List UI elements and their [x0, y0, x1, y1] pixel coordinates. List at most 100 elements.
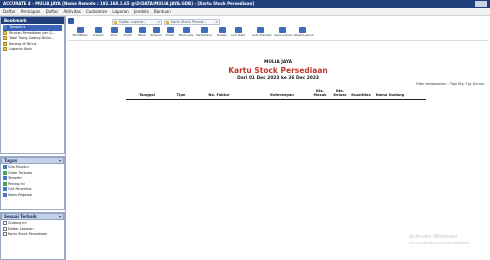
- column-header-warehouse[interactable]: Nama Gudang: [374, 93, 406, 97]
- task-item-label: Giro Mundur: [8, 165, 29, 169]
- report-company: MULIA JAYA: [263, 60, 293, 65]
- task-icon: [3, 170, 7, 175]
- bookmark-item-label: Total Tiang Gading Divisi...: [9, 36, 55, 40]
- folder-icon: [3, 36, 7, 40]
- task-item-label: Cek Penerima: [8, 187, 32, 191]
- task-item[interactable]: Salas Pegawai: [3, 192, 62, 199]
- window-title: ACCURATE 4 - MULIA JAYA [Nama Remote : 1…: [3, 1, 255, 6]
- document-icon: [3, 232, 7, 236]
- report-icon: [166, 20, 169, 24]
- menu-item[interactable]: Laporan: [112, 9, 128, 14]
- window-title-bar: ACCURATE 4 - MULIA JAYA [Nama Remote : 1…: [0, 0, 490, 8]
- header-underline: [126, 99, 426, 100]
- report-list-icon: [114, 20, 117, 24]
- column-header-date[interactable]: Tanggal: [132, 93, 162, 97]
- task-icon: [3, 187, 7, 191]
- task-panel-title: Tugas: [4, 158, 18, 163]
- toolbar-label: Analisa: [92, 33, 104, 37]
- activate-windows-watermark: Activate Windows Go to Settings to activ…: [409, 234, 470, 246]
- menu-item[interactable]: Persiapan: [21, 9, 41, 14]
- task-item-label: Tersortir: [8, 176, 22, 180]
- refresh-button[interactable]: Perbaharui: [196, 27, 212, 40]
- add-icon: [3, 25, 7, 29]
- menu-item[interactable]: Daftar: [46, 9, 59, 14]
- bookmark-item-label: Rincian Persediaan per G...: [9, 30, 55, 35]
- task-icon: [3, 165, 7, 169]
- recent-item[interactable]: Kartu Stock Persediaan: [3, 232, 62, 238]
- task-icon: [3, 176, 7, 180]
- collapse-icon[interactable]: ▾: [59, 158, 61, 163]
- close-icon[interactable]: ×: [157, 20, 160, 24]
- toolbar-label: Auto Transfer: [252, 33, 272, 37]
- menu-item[interactable]: Bantuan: [154, 9, 171, 14]
- memorise-button[interactable]: Memorise: [178, 27, 194, 40]
- recent-item-label: Gudang Ini: [8, 221, 27, 225]
- recent-item-label: Daftar Laporan: [8, 226, 34, 231]
- folder-icon: [3, 47, 7, 51]
- collapse-icon[interactable]: ▾: [59, 214, 61, 219]
- toolbar-label: Cari Data: [230, 33, 246, 37]
- save-layout-button[interactable]: Save Layout: [274, 27, 293, 40]
- toolbar-label: Reset Layout: [294, 33, 314, 37]
- report-title: Kartu Stock Persediaan: [228, 66, 328, 75]
- analyze-button[interactable]: Analisa: [90, 27, 106, 40]
- toolbar-label: Save Layout: [274, 33, 293, 37]
- toolbar-label: Perbaharui: [196, 33, 213, 37]
- toolbar-label: Email: [165, 33, 175, 37]
- email-button[interactable]: Email: [162, 27, 178, 40]
- task-icon: [3, 181, 7, 186]
- recent-panel-header: Sesuai Terbaik ▾: [1, 213, 64, 220]
- panel-controls-icon[interactable]: ▾ ✕: [54, 18, 61, 23]
- column-header-invoice[interactable]: No. Faktur: [202, 93, 236, 97]
- toolbar-label: Desain: [216, 33, 228, 37]
- report-period: Dari 01 Dec 2023 ke 26 Dec 2023: [237, 76, 319, 81]
- report-toolbar: Modifikasi Analisa Print Zoom Balik Simp…: [68, 27, 488, 41]
- recent-panel-title: Sesuai Terbaik: [4, 214, 37, 219]
- reset-layout-button[interactable]: Reset Layout: [294, 27, 314, 40]
- task-item-label: Pelung Ini: [8, 181, 25, 186]
- menu-item[interactable]: Jendela: [134, 9, 149, 14]
- task-icon: [3, 192, 7, 197]
- tab-kartu-stock[interactable]: Kartu Stock Persed... ×: [164, 19, 220, 25]
- toolbar-label: Memorise: [178, 33, 194, 37]
- close-icon[interactable]: ×: [215, 20, 218, 24]
- bookmark-item[interactable]: Laporan Kasir: [3, 47, 62, 53]
- menu-item[interactable]: Customize: [86, 9, 107, 14]
- tab-strip: Daftar Laporan × Kartu Stock Persed... ×: [68, 18, 488, 26]
- back-icon[interactable]: [68, 18, 74, 24]
- watermark-subtitle: Go to Settings to activate Windows.: [409, 241, 470, 245]
- tab-daftar-laporan[interactable]: Daftar Laporan ×: [112, 19, 162, 25]
- find-button[interactable]: Cari Data: [230, 27, 246, 40]
- sidebar: Bookmark ▾ ✕ Tambah ▾ Rincian Persediaan…: [0, 16, 66, 260]
- recent-panel: Sesuai Terbaik ▾ Gudang Ini Daftar Lapor…: [0, 212, 65, 260]
- bookmark-item-label: Laporan Kasir: [9, 47, 33, 51]
- column-header-type[interactable]: Tipe: [171, 93, 191, 97]
- report-page: MULIA JAYA Kartu Stock Persediaan Dari 0…: [66, 42, 490, 260]
- task-item-label: Order Terbuka: [8, 170, 32, 175]
- tab-label: Daftar Laporan: [119, 20, 145, 24]
- task-panel-header: Tugas ▾: [1, 157, 64, 164]
- column-header-qty-in[interactable]: Kts. Masuk: [312, 89, 328, 97]
- task-item-label: Salas Pegawai: [8, 192, 33, 197]
- folder-icon: [3, 41, 7, 46]
- column-header-quantity[interactable]: Kuantitas: [350, 93, 372, 97]
- bookmark-panel-title: Bookmark: [4, 18, 27, 23]
- document-icon: [3, 221, 7, 225]
- recent-item-label: Kartu Stock Persediaan: [8, 232, 48, 236]
- menu-item[interactable]: Daftar: [3, 9, 16, 14]
- menu-bar: Daftar Persiapan Daftar Aktivitas Custom…: [0, 8, 490, 16]
- report-filter: Filter berdasarkan : Tipe Kts; Tgl. Kirr…: [416, 82, 485, 86]
- toolbar-label: Modifikasi: [72, 33, 88, 37]
- column-header-qty-out[interactable]: Kts. Keluar: [332, 89, 348, 97]
- document-icon: [3, 226, 7, 231]
- folder-icon: [3, 30, 7, 35]
- task-panel: Tugas ▾ Giro Mundur Order Terbuka Tersor…: [0, 156, 65, 210]
- modify-button[interactable]: Modifikasi: [72, 27, 88, 40]
- auto-transfer-button[interactable]: Auto Transfer: [252, 27, 272, 40]
- window-controls[interactable]: [475, 1, 487, 7]
- menu-item[interactable]: Aktivitas: [63, 9, 80, 14]
- bookmark-panel: Bookmark ▾ ✕ Tambah ▾ Rincian Persediaan…: [0, 16, 65, 154]
- design-button[interactable]: Desain: [214, 27, 230, 40]
- column-header-description[interactable]: Keterangan: [262, 93, 302, 97]
- tab-label: Kartu Stock Persed...: [171, 20, 207, 24]
